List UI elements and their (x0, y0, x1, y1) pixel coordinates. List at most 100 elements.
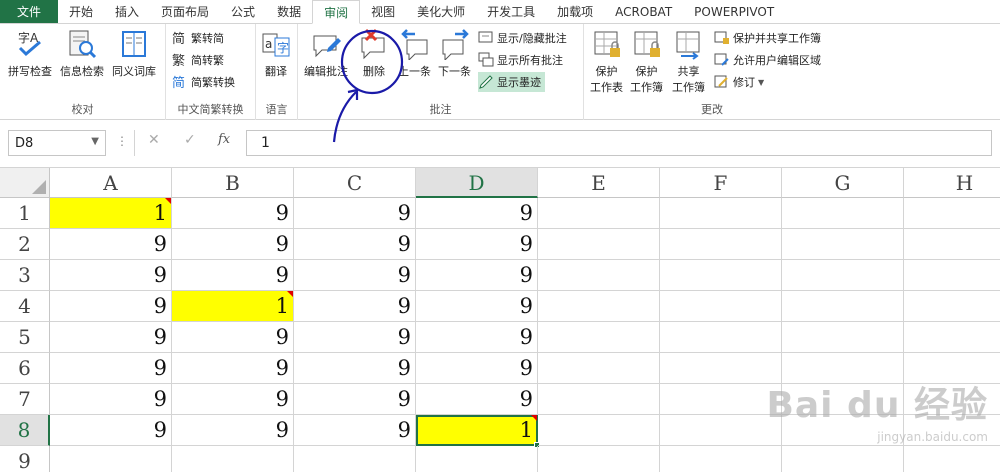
cell-a4[interactable]: 9 (50, 291, 172, 322)
cell-d8[interactable]: 1 (416, 415, 538, 446)
cell-a2[interactable]: 9 (50, 229, 172, 260)
row-header-9[interactable]: 9 (0, 446, 50, 472)
cell-c5[interactable]: 9 (294, 322, 416, 353)
edit-comment-button[interactable]: 编辑批注 (304, 28, 348, 79)
cell-e6[interactable] (538, 353, 660, 384)
cell-f7[interactable] (660, 384, 782, 415)
more-options-icon[interactable]: ⋮ (116, 134, 128, 148)
to-traditional-button[interactable]: 繁 简转繁 (172, 50, 224, 70)
protect-workbook-button[interactable]: 保护 工作簿 (630, 28, 663, 95)
cell-h5[interactable] (904, 322, 1000, 353)
cell-d3[interactable]: 9 (416, 260, 538, 291)
cell-e8[interactable] (538, 415, 660, 446)
previous-comment-button[interactable]: 上一条 (398, 28, 431, 79)
row-header-4[interactable]: 4 (0, 291, 50, 322)
show-all-comments-button[interactable]: 显示所有批注 (478, 50, 563, 70)
cell-g5[interactable] (782, 322, 904, 353)
cell-h9[interactable] (904, 446, 1000, 472)
chevron-down-icon[interactable]: ▼ (91, 136, 99, 147)
tab-home[interactable]: 开始 (58, 0, 104, 23)
insert-function-icon[interactable]: fx (218, 132, 230, 147)
show-ink-button[interactable]: 显示墨迹 (478, 72, 545, 92)
tab-review[interactable]: 审阅 (312, 0, 361, 24)
track-changes-button[interactable]: 修订 ▼ (714, 72, 764, 92)
cell-a9[interactable] (50, 446, 172, 472)
protect-sheet-button[interactable]: 保护 工作表 (590, 28, 623, 95)
tab-formulas[interactable]: 公式 (220, 0, 266, 23)
cell-a7[interactable]: 9 (50, 384, 172, 415)
cell-d9[interactable] (416, 446, 538, 472)
row-header-8[interactable]: 8 (0, 415, 50, 446)
cell-e4[interactable] (538, 291, 660, 322)
cell-e2[interactable] (538, 229, 660, 260)
row-header-1[interactable]: 1 (0, 198, 50, 229)
worksheet-grid[interactable]: ABCDEFGH 1 1 9 9 9 2 9 9 9 9 3 9 9 9 9 4 9 1 9 9 5 9 9 9 9 6 9 9 9 9 7 9… (0, 168, 1000, 472)
to-simplified-button[interactable]: 简 繁转简 (172, 28, 224, 48)
tab-acrobat[interactable]: ACROBAT (604, 0, 683, 23)
cell-a6[interactable]: 9 (50, 353, 172, 384)
tab-insert[interactable]: 插入 (104, 0, 150, 23)
cell-d2[interactable]: 9 (416, 229, 538, 260)
cell-h8[interactable] (904, 415, 1000, 446)
tab-file[interactable]: 文件 (0, 0, 58, 23)
cell-d6[interactable]: 9 (416, 353, 538, 384)
cell-b7[interactable]: 9 (172, 384, 294, 415)
convert-button[interactable]: 简 简繁转换 (172, 72, 235, 92)
select-all-button[interactable] (0, 168, 50, 198)
cell-f2[interactable] (660, 229, 782, 260)
cell-h7[interactable] (904, 384, 1000, 415)
tab-powerpivot[interactable]: POWERPIVOT (683, 0, 785, 23)
column-header-a[interactable]: A (50, 168, 172, 198)
cell-c7[interactable]: 9 (294, 384, 416, 415)
tab-addins[interactable]: 加载项 (546, 0, 604, 23)
tab-view[interactable]: 视图 (360, 0, 406, 23)
cell-c9[interactable] (294, 446, 416, 472)
cell-f3[interactable] (660, 260, 782, 291)
cell-c8[interactable]: 9 (294, 415, 416, 446)
show-hide-comment-button[interactable]: 显示/隐藏批注 (478, 28, 567, 48)
cell-c4[interactable]: 9 (294, 291, 416, 322)
cell-g4[interactable] (782, 291, 904, 322)
cell-e3[interactable] (538, 260, 660, 291)
cell-h1[interactable] (904, 198, 1000, 229)
cell-e9[interactable] (538, 446, 660, 472)
cell-a3[interactable]: 9 (50, 260, 172, 291)
cell-g1[interactable] (782, 198, 904, 229)
next-comment-button[interactable]: 下一条 (438, 28, 471, 79)
cell-a1[interactable]: 1 (50, 198, 172, 229)
cell-h4[interactable] (904, 291, 1000, 322)
enter-icon[interactable]: ✓ (184, 132, 196, 148)
translate-button[interactable]: a字 翻译 (260, 28, 292, 79)
cell-a5[interactable]: 9 (50, 322, 172, 353)
cell-g9[interactable] (782, 446, 904, 472)
cell-g8[interactable] (782, 415, 904, 446)
cell-b1[interactable]: 9 (172, 198, 294, 229)
share-workbook-button[interactable]: 共享 工作簿 (672, 28, 705, 95)
formula-input[interactable]: 1 (246, 130, 992, 156)
column-header-b[interactable]: B (172, 168, 294, 198)
cell-d1[interactable]: 9 (416, 198, 538, 229)
column-header-c[interactable]: C (294, 168, 416, 198)
delete-comment-button[interactable]: 删除 (358, 28, 390, 79)
tab-beautify[interactable]: 美化大师 (406, 0, 476, 23)
cell-g2[interactable] (782, 229, 904, 260)
cell-c3[interactable]: 9 (294, 260, 416, 291)
cell-d7[interactable]: 9 (416, 384, 538, 415)
cell-c2[interactable]: 9 (294, 229, 416, 260)
thesaurus-button[interactable]: 同义词库 (112, 28, 156, 79)
column-header-g[interactable]: G (782, 168, 904, 198)
row-header-6[interactable]: 6 (0, 353, 50, 384)
row-header-3[interactable]: 3 (0, 260, 50, 291)
cell-g7[interactable] (782, 384, 904, 415)
cell-f9[interactable] (660, 446, 782, 472)
row-header-7[interactable]: 7 (0, 384, 50, 415)
cell-e7[interactable] (538, 384, 660, 415)
column-header-d[interactable]: D (416, 168, 538, 198)
cell-b6[interactable]: 9 (172, 353, 294, 384)
cell-h6[interactable] (904, 353, 1000, 384)
row-header-2[interactable]: 2 (0, 229, 50, 260)
cell-g6[interactable] (782, 353, 904, 384)
cell-e5[interactable] (538, 322, 660, 353)
tab-data[interactable]: 数据 (266, 0, 312, 23)
spell-check-button[interactable]: 字A 拼写检查 (8, 28, 52, 79)
